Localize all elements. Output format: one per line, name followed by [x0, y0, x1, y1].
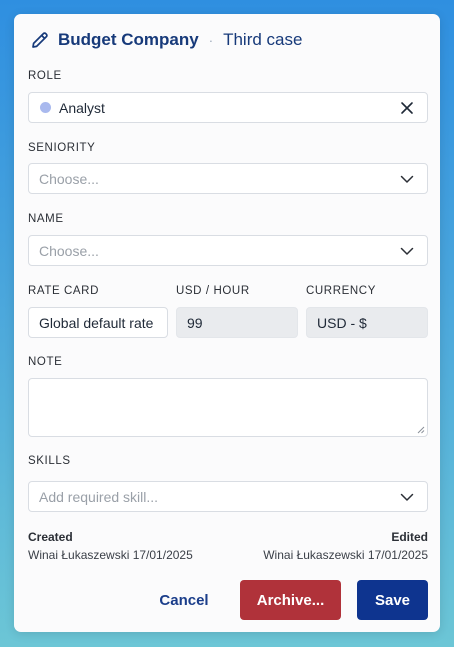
- save-button[interactable]: Save: [357, 580, 428, 620]
- rate-card-field[interactable]: Global default rate: [28, 307, 168, 338]
- seniority-select[interactable]: Choose...: [28, 163, 428, 194]
- usd-hour-field: 99: [176, 307, 298, 338]
- budget-title: Budget Company: [58, 30, 199, 49]
- role-color-dot: [40, 102, 51, 113]
- skills-select[interactable]: Add required skill...: [28, 481, 428, 512]
- usd-hour-value: 99: [187, 314, 203, 331]
- seniority-label: SENIORITY: [28, 142, 96, 154]
- seniority-placeholder: Choose...: [39, 170, 99, 187]
- role-value: Analyst: [59, 99, 105, 116]
- cancel-button[interactable]: Cancel: [142, 580, 226, 620]
- created-value: Winai Łukaszewski 17/01/2025: [28, 548, 193, 562]
- archive-button[interactable]: Archive...: [240, 580, 341, 620]
- name-placeholder: Choose...: [39, 242, 99, 259]
- name-label: NAME: [28, 213, 64, 225]
- edited-value: Winai Łukaszewski 17/01/2025: [263, 548, 428, 562]
- edited-label: Edited: [391, 530, 428, 544]
- role-select[interactable]: Analyst: [28, 92, 428, 123]
- chevron-down-icon: [399, 243, 415, 259]
- skills-placeholder: Add required skill...: [39, 488, 159, 505]
- note-textarea[interactable]: [28, 378, 428, 437]
- card-header: Budget Company · Third case: [30, 29, 302, 51]
- rate-card-label: RATE CARD: [28, 285, 99, 297]
- budget-role-card: Budget Company · Third case ROLE Analyst…: [14, 14, 440, 632]
- resize-handle-icon[interactable]: [417, 426, 425, 434]
- title-separator: ·: [208, 32, 214, 48]
- note-label: NOTE: [28, 356, 63, 368]
- clear-role-icon[interactable]: [399, 100, 415, 116]
- usd-hour-label: USD / HOUR: [176, 285, 250, 297]
- chevron-down-icon: [399, 171, 415, 187]
- skills-label: SKILLS: [28, 455, 71, 467]
- rate-card-value: Global default rate: [39, 314, 154, 331]
- pencil-icon: [30, 30, 50, 50]
- currency-value: USD - $: [317, 314, 367, 331]
- currency-label: CURRENCY: [306, 285, 376, 297]
- role-label: ROLE: [28, 70, 62, 82]
- currency-field: USD - $: [306, 307, 428, 338]
- created-label: Created: [28, 530, 73, 544]
- chevron-down-icon: [399, 489, 415, 505]
- case-subtitle: Third case: [223, 30, 303, 49]
- name-select[interactable]: Choose...: [28, 235, 428, 266]
